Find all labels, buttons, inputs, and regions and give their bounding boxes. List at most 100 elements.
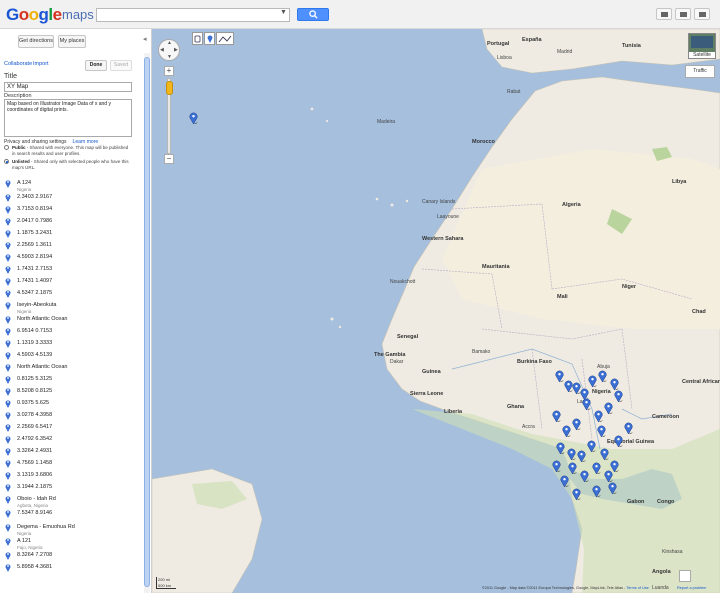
place-name[interactable]: 0.9375 5.625 <box>17 400 49 406</box>
unlisted-radio[interactable] <box>4 159 9 164</box>
collaborate-link[interactable]: Collaborate <box>4 61 32 67</box>
description-input[interactable]: Map based on Illustrator Image Data of x… <box>4 99 132 137</box>
pan-up-icon[interactable]: ▲ <box>167 40 172 46</box>
place-name[interactable]: North Atlantic Ocean <box>17 364 67 370</box>
zoom-in-button[interactable]: + <box>164 66 174 76</box>
search-button[interactable] <box>297 8 329 21</box>
search-input[interactable] <box>96 8 290 22</box>
place-name[interactable]: 6.9514 0.7153 <box>17 328 52 334</box>
title-input[interactable]: XY Map <box>4 82 132 92</box>
scrollbar-thumb[interactable] <box>144 57 150 587</box>
place-name[interactable]: 8.3264 7.2708 <box>17 552 52 558</box>
place-name[interactable]: 1.7431 1.4097 <box>17 278 52 284</box>
map-placemark-pin[interactable] <box>572 417 581 431</box>
privacy-public-option[interactable]: Public - Shared with everyone. This map … <box>4 145 130 156</box>
place-name[interactable]: 3.3264 2.4931 <box>17 448 52 454</box>
place-name[interactable]: Degema - Emuohua Rd <box>17 524 75 530</box>
place-name[interactable]: 3.1319 3.6806 <box>17 472 52 478</box>
place-name[interactable]: 4.7569 1.1458 <box>17 460 52 466</box>
map-canvas[interactable]: Western Sahara Mauritania Mali Niger Algeria… <box>152 29 720 593</box>
place-name[interactable]: 2.2569 1.3611 <box>17 242 52 248</box>
map-placemark-pin[interactable] <box>572 487 581 501</box>
place-name[interactable]: 2.4792 6.3542 <box>17 436 52 442</box>
place-name[interactable]: Iseyin-Abeokuta <box>17 302 56 308</box>
zoom-out-button[interactable]: − <box>164 154 174 164</box>
place-name[interactable]: A 124 <box>17 180 31 186</box>
link-icon[interactable] <box>694 8 710 20</box>
place-name[interactable]: 4.5903 4.5139 <box>17 352 52 358</box>
map-placemark-pin[interactable] <box>552 409 561 423</box>
my-places-button[interactable]: My places <box>58 35 86 48</box>
place-name[interactable]: 8.5208 0.8125 <box>17 388 52 394</box>
select-hand-tool[interactable] <box>192 32 203 45</box>
map-placemark-pin[interactable] <box>555 369 564 383</box>
map-placemark-pin[interactable] <box>604 401 613 415</box>
map-placemark-pin[interactable] <box>580 469 589 483</box>
map-corner-control[interactable] <box>679 570 691 582</box>
place-name[interactable]: 4.5347 2.1875 <box>17 290 52 296</box>
map-placemark-pin[interactable] <box>582 397 591 411</box>
pan-down-icon[interactable]: ▼ <box>167 54 172 60</box>
map-placemark-pin[interactable] <box>577 449 586 463</box>
place-name[interactable]: 1.1319 3.3333 <box>17 340 52 346</box>
place-name[interactable]: 5.8958 4.3681 <box>17 564 52 570</box>
public-radio[interactable] <box>4 145 9 150</box>
place-name[interactable]: 0.8125 5.3125 <box>17 376 52 382</box>
email-icon[interactable] <box>675 8 691 20</box>
map-placemark-pin[interactable] <box>568 461 577 475</box>
place-name[interactable]: North Atlantic Ocean <box>17 316 67 322</box>
add-placemark-tool[interactable] <box>204 32 215 45</box>
terms-of-use-link[interactable]: Terms of Use <box>626 586 648 590</box>
print-icon[interactable] <box>656 8 672 20</box>
import-link[interactable]: Import <box>33 61 49 67</box>
place-name[interactable]: 2.0417 0.7986 <box>17 218 52 224</box>
place-name[interactable]: 3.0278 4.3958 <box>17 412 52 418</box>
search-dropdown-arrow-icon[interactable]: ▼ <box>280 9 287 16</box>
get-directions-button[interactable]: Get directions <box>18 35 54 48</box>
map-placemark-pin[interactable] <box>562 424 571 438</box>
place-name[interactable]: A 121 <box>17 538 31 544</box>
map-placemark-pin[interactable] <box>594 409 603 423</box>
map-placemark-pin[interactable] <box>610 377 619 391</box>
map-placemark-pin[interactable] <box>614 434 623 448</box>
map-placemark-pin[interactable] <box>556 441 565 455</box>
map-placemark-pin[interactable] <box>560 474 569 488</box>
google-logo[interactable]: Google <box>6 5 62 25</box>
place-name[interactable]: 1.7431 2.7153 <box>17 266 52 272</box>
map-placemark-pin[interactable] <box>608 481 617 495</box>
map-placemark-pin[interactable] <box>604 469 613 483</box>
place-name[interactable]: 2.3403 2.9167 <box>17 194 52 200</box>
map-placemark-pin[interactable] <box>587 439 596 453</box>
place-name[interactable]: Oboio - Idah Rd <box>17 496 56 502</box>
collapse-panel-icon[interactable]: ◂ <box>143 35 147 43</box>
draw-line-tool[interactable] <box>216 32 234 45</box>
map-placemark-pin[interactable] <box>624 421 633 435</box>
sidebar-scrollbar[interactable] <box>144 53 150 593</box>
pan-control[interactable]: ▲ ◀ ▶ ▼ <box>158 39 180 61</box>
map-placemark-pin[interactable] <box>588 374 597 388</box>
placemark-pin-icon <box>5 266 11 274</box>
map-placemark-pin[interactable] <box>567 447 576 461</box>
place-name[interactable]: 3.1944 2.1875 <box>17 484 52 490</box>
traffic-button[interactable]: Traffic <box>685 65 715 78</box>
privacy-unlisted-option[interactable]: Unlisted - Shared only with selected peo… <box>4 159 130 170</box>
map-placemark-pin[interactable] <box>189 111 198 125</box>
place-name[interactable]: 1.1875 3.2431 <box>17 230 52 236</box>
place-name[interactable]: 4.5903 2.8194 <box>17 254 52 260</box>
report-problem-link[interactable]: Report a problem <box>677 586 706 590</box>
map-placemark-pin[interactable] <box>592 484 601 498</box>
map-placemark-pin[interactable] <box>600 447 609 461</box>
place-name[interactable]: 2.2569 6.5417 <box>17 424 52 430</box>
pegman-icon[interactable] <box>166 81 173 95</box>
place-name[interactable]: 3.7153 0.8194 <box>17 206 52 212</box>
place-name[interactable]: 7.5347 8.9146 <box>17 510 52 516</box>
satellite-button[interactable]: Satellite <box>688 33 716 59</box>
map-placemark-pin[interactable] <box>552 459 561 473</box>
done-button[interactable]: Done <box>85 60 107 71</box>
pan-left-icon[interactable]: ◀ <box>160 47 164 53</box>
map-placemark-pin[interactable] <box>592 461 601 475</box>
map-placemark-pin[interactable] <box>598 369 607 383</box>
pan-right-icon[interactable]: ▶ <box>174 47 178 53</box>
map-placemark-pin[interactable] <box>614 389 623 403</box>
map-placemark-pin[interactable] <box>597 424 606 438</box>
